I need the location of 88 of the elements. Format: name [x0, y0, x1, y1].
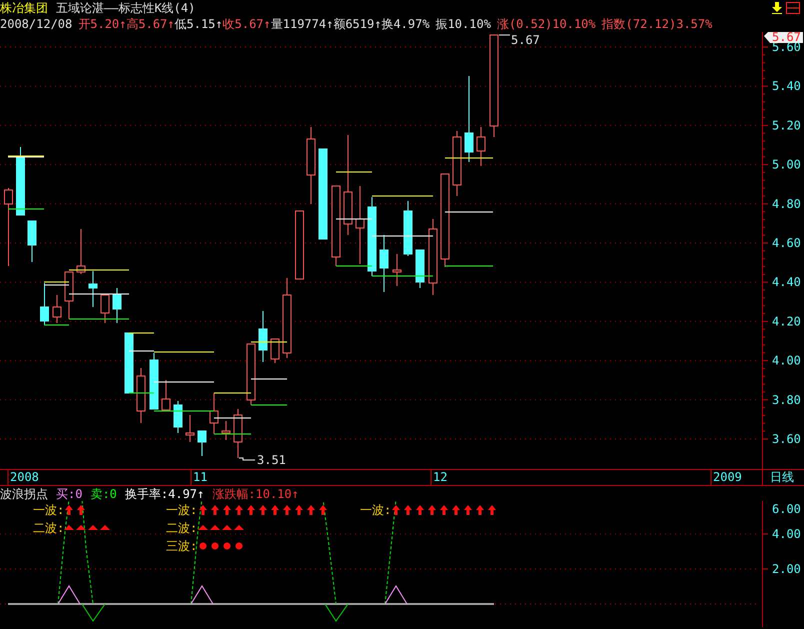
price-label: 4.20 [772, 314, 801, 328]
candlestick [198, 430, 206, 456]
indicator-name: 波浪拐点 [0, 486, 48, 502]
dot-icon [224, 542, 230, 550]
price-label: 4.40 [772, 275, 801, 290]
quote-value: 振10.10% [436, 16, 491, 32]
stock-name: 株冶集团 [0, 0, 48, 16]
candlestick [136, 368, 146, 424]
wave-label: 一波: [33, 503, 64, 517]
candlestick [404, 200, 412, 256]
candlestick [28, 220, 36, 262]
indicator-value: 卖:0 [90, 486, 117, 502]
candlestick [234, 408, 242, 458]
level-lines [8, 156, 44, 210]
price-label: 3.60 [772, 432, 801, 446]
trough-marker [82, 604, 106, 622]
wave-label: 二波: [33, 521, 64, 535]
indicator-title: 五域论湛——标志性K线(4) [56, 0, 196, 16]
candlestick [392, 254, 402, 286]
candlestick [76, 228, 86, 274]
quote-value: 收5.67↑ [222, 16, 271, 32]
candlestick [162, 380, 170, 410]
dot-icon [200, 542, 206, 550]
wave-label: 一波: [360, 503, 392, 517]
candlestick [380, 234, 388, 292]
price-label: 5.20 [772, 118, 801, 132]
leader-line [498, 34, 510, 36]
candlestick [186, 414, 194, 442]
indicator-value: 买:0 [56, 486, 82, 502]
candlestick [210, 392, 218, 434]
candlestick [246, 344, 256, 406]
date-label: 2008 [10, 470, 39, 484]
quote-value: 换4.97% [381, 16, 430, 32]
price-label: 5.40 [772, 79, 801, 94]
leader-line [238, 458, 256, 460]
candlestick [270, 338, 280, 364]
high-price-label: 5.67 [511, 33, 540, 47]
indicator-value: 涨跌幅:10.10↑ [212, 486, 299, 502]
date-label: 11 [193, 470, 208, 484]
wave-label: 二波: [166, 521, 198, 535]
quote-value: 开5.20↑ [78, 16, 126, 32]
price-label: 4.80 [772, 196, 801, 211]
price-label: 4.00 [772, 354, 801, 368]
period-label[interactable]: 日线 [770, 470, 794, 484]
quote-value: 指数(72.12)3.57% [602, 16, 712, 32]
window-icon[interactable] [786, 2, 800, 14]
candlestick [112, 288, 122, 324]
quote-value: 额6519↑ [333, 16, 382, 32]
candlestick [222, 420, 230, 440]
quote-value: 量119774↑ [270, 16, 334, 32]
price-label: 3.80 [772, 392, 801, 407]
price-label: 4.60 [772, 236, 801, 250]
candlestick [295, 210, 304, 280]
trough-marker [324, 604, 348, 622]
candlestick [40, 282, 49, 326]
candlestick [100, 294, 110, 324]
date-label: 12 [433, 470, 448, 484]
candlestick [52, 294, 62, 324]
dot-icon [236, 542, 242, 550]
candlestick [64, 272, 74, 320]
quote-value: 涨(0.52)10.10% [496, 16, 596, 32]
candlestick [124, 332, 134, 394]
indicator-axis-label: 6.00 [772, 502, 801, 516]
current-price-tag: 5.67 [764, 32, 803, 44]
candlestick [416, 250, 424, 288]
low-price-label: 3.51 [257, 453, 286, 467]
candlestick [452, 130, 462, 196]
quote-value: 高5.67↑ [126, 16, 174, 32]
peak-marker [384, 585, 408, 604]
candlestick [16, 146, 25, 216]
quote-value: 低5.15↑ [174, 16, 223, 32]
indicator-axis-label: 4.00 [772, 527, 801, 541]
peak-marker [190, 585, 214, 604]
candlestick [150, 352, 158, 410]
date-label: 2009 [713, 470, 742, 484]
quote-date: 2008/12/08 [0, 16, 72, 32]
wave-label: 三波: [166, 539, 198, 553]
candlestick [88, 270, 98, 308]
candlestick [174, 400, 182, 434]
peak-marker [58, 585, 80, 604]
candlestick [258, 310, 268, 362]
candlestick [476, 126, 486, 166]
indicator-value: 换手率:4.97↑ [124, 486, 204, 502]
wave-label: 一波: [166, 503, 198, 517]
dot-icon [212, 542, 218, 550]
indicator-axis-label: 2.00 [772, 562, 801, 576]
download-icon[interactable] [772, 2, 782, 14]
price-label: 5.00 [772, 158, 801, 172]
